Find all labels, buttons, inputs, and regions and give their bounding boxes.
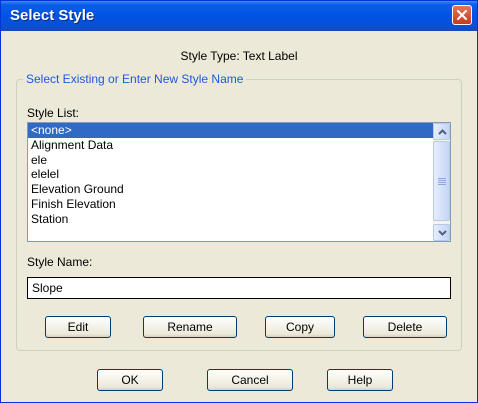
style-list-item[interactable]: Alignment Data (28, 138, 434, 153)
rename-button[interactable]: Rename (143, 316, 237, 338)
delete-button[interactable]: Delete (363, 316, 447, 338)
scroll-down-button[interactable] (433, 224, 450, 241)
style-list-label: Style List: (27, 106, 80, 120)
select-style-dialog: Select Style Style Type: Text Label Sele… (0, 0, 478, 403)
style-listbox[interactable]: <none> Alignment Data ele elelel Elevation G… (27, 122, 451, 242)
dialog-body: Style Type: Text Label Select Existing o… (4, 31, 474, 400)
cancel-button[interactable]: Cancel (207, 369, 293, 391)
dialog-title: Select Style (10, 7, 95, 24)
scroll-grip (438, 178, 446, 179)
style-list-item[interactable]: Finish Elevation (28, 197, 434, 212)
scroll-thumb[interactable] (433, 141, 450, 221)
style-list-item[interactable]: ele (28, 153, 434, 168)
style-list-item[interactable]: Elevation Ground (28, 182, 434, 197)
chevron-up-icon (438, 129, 447, 135)
edit-button[interactable]: Edit (45, 316, 111, 338)
style-list-item[interactable]: <none> (28, 123, 434, 138)
close-button[interactable] (452, 5, 472, 25)
title-bar[interactable]: Select Style (1, 1, 477, 31)
help-button[interactable]: Help (327, 369, 393, 391)
ok-button[interactable]: OK (97, 369, 163, 391)
style-list-items: <none> Alignment Data ele elelel Elevation G… (28, 123, 434, 227)
style-selection-group: Select Existing or Enter New Style Name … (16, 72, 462, 351)
style-name-label: Style Name: (27, 255, 93, 269)
group-legend: Select Existing or Enter New Style Name (23, 72, 247, 86)
scroll-up-button[interactable] (433, 123, 450, 140)
close-icon (457, 10, 467, 20)
style-type-label: Style Type: Text Label (180, 49, 298, 63)
chevron-down-icon (438, 230, 447, 236)
style-list-item[interactable]: elelel (28, 167, 434, 182)
copy-button[interactable]: Copy (265, 316, 335, 338)
style-name-input[interactable]: Slope (27, 277, 451, 299)
list-scrollbar[interactable] (433, 123, 450, 241)
style-list-item[interactable]: Station (28, 212, 434, 227)
